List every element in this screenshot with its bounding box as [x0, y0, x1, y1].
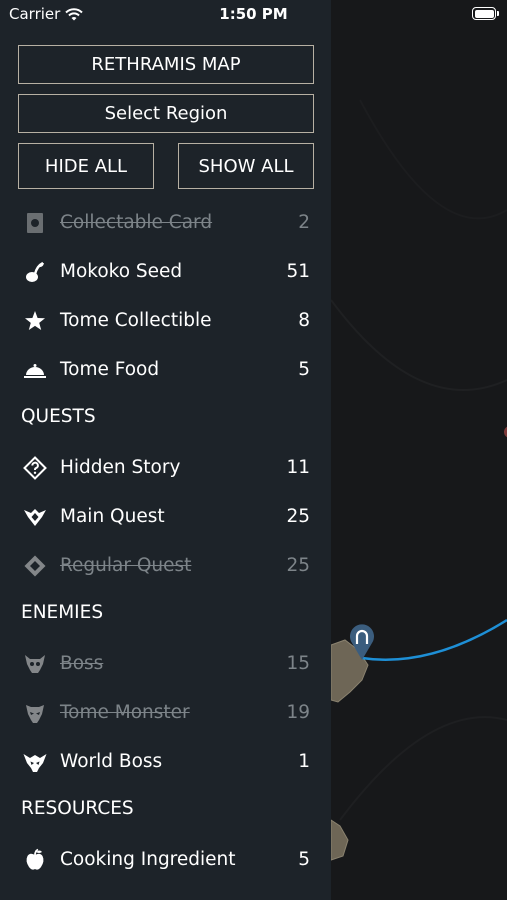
filter-item-count: 8	[298, 310, 310, 331]
question-diamond-icon	[23, 456, 47, 480]
filter-item-label: Collectable Card	[60, 212, 213, 233]
route-line	[361, 618, 507, 661]
filter-item-label: Regular Quest	[60, 555, 192, 576]
section-header-enemies: ENEMIES	[0, 591, 331, 640]
filter-item-label: Tome Monster	[60, 702, 190, 723]
filter-item-count: 2	[298, 212, 310, 233]
filter-item-count: 5	[298, 359, 310, 380]
section-title: RESOURCES	[21, 798, 134, 819]
regular-quest-icon	[24, 555, 46, 577]
section-header-resources: RESOURCES	[0, 787, 331, 836]
filter-item-tome-collectible[interactable]: Tome Collectible 8	[0, 297, 331, 346]
filter-item-mokoko-seed[interactable]: Mokoko Seed 51	[0, 248, 331, 297]
card-icon	[27, 213, 43, 233]
filter-item-label: Tome Collectible	[60, 310, 212, 331]
filter-item-tome-food[interactable]: Tome Food 5	[0, 346, 331, 395]
food-dome-icon	[24, 364, 46, 378]
hide-all-button[interactable]: HIDE ALL	[18, 143, 154, 189]
filter-item-tome-monster[interactable]: Tome Monster 19	[0, 689, 331, 738]
filter-item-label: World Boss	[60, 751, 163, 772]
show-all-button[interactable]: SHOW ALL	[178, 143, 314, 189]
section-title: ENEMIES	[21, 602, 104, 623]
filter-item-label: Main Quest	[60, 506, 165, 527]
filter-item-count: 11	[286, 457, 310, 478]
section-header-quests: QUESTS	[0, 395, 331, 444]
select-region-button[interactable]: Select Region	[18, 94, 314, 133]
monster-skull-icon	[26, 705, 44, 723]
map-select-button[interactable]: RETHRAMIS MAP	[18, 45, 314, 84]
boss-skull-icon	[25, 655, 45, 673]
filter-item-regular-quest[interactable]: Regular Quest 25	[0, 542, 331, 591]
filter-item-hidden-story[interactable]: Hidden Story 11	[0, 444, 331, 493]
status-time: 1:50 PM	[219, 5, 288, 23]
filter-item-label: Mokoko Seed	[60, 261, 183, 282]
filter-item-count: 5	[298, 849, 310, 870]
filter-item-label: Hidden Story	[60, 457, 181, 478]
filter-item-count: 19	[286, 702, 310, 723]
filter-item-count: 25	[286, 506, 310, 527]
filter-item-label: Cooking Ingredient	[60, 849, 236, 870]
apple-icon	[26, 848, 44, 870]
filter-item-count: 51	[286, 261, 310, 282]
star-icon	[25, 311, 45, 330]
filter-item-count: 25	[286, 555, 310, 576]
filter-list: Collectable Card 2 Mokoko Seed 51 Tome C…	[0, 199, 331, 885]
filter-item-collectable-card[interactable]: Collectable Card 2	[0, 199, 331, 248]
world-boss-icon	[23, 754, 47, 772]
filter-drawer: RETHRAMIS MAP Select Region HIDE ALL SHO…	[0, 0, 331, 900]
filter-item-label: Tome Food	[60, 359, 160, 380]
status-bar: Carrier 1:50 PM	[0, 0, 507, 30]
filter-item-world-boss[interactable]: World Boss 1	[0, 738, 331, 787]
battery-level	[474, 9, 494, 18]
section-title: QUESTS	[21, 406, 96, 427]
seed-icon	[26, 261, 44, 282]
main-quest-icon	[24, 509, 46, 526]
filter-item-label: Boss	[60, 653, 104, 674]
battery-icon	[472, 7, 499, 20]
filter-item-cooking-ingredient[interactable]: Cooking Ingredient 5	[0, 836, 331, 885]
filter-item-boss[interactable]: Boss 15	[0, 640, 331, 689]
filter-item-count: 15	[286, 653, 310, 674]
landmass	[330, 819, 349, 861]
filter-item-main-quest[interactable]: Main Quest 25	[0, 493, 331, 542]
filter-item-count: 1	[298, 751, 310, 772]
